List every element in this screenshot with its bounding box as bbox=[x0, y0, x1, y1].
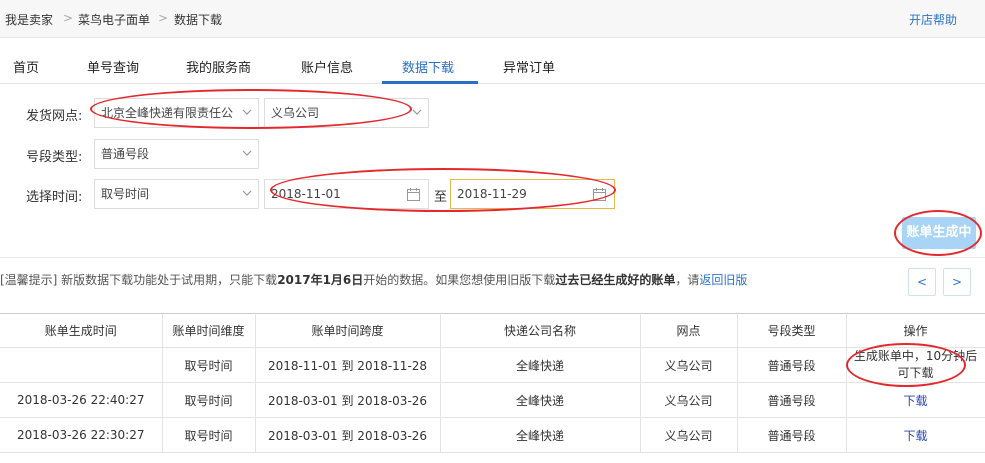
segment-label: 号段类型: bbox=[26, 150, 83, 165]
breadcrumb-item-cainiao[interactable]: 菜鸟电子面单 bbox=[78, 11, 150, 28]
tab-home[interactable]: 首页 bbox=[13, 57, 39, 76]
breadcrumb-item-current: 数据下载 bbox=[174, 13, 223, 27]
column-header: 账单生成时间 bbox=[0, 313, 163, 348]
table-cell: 全峰快递 bbox=[439, 417, 641, 453]
calendar-icon[interactable] bbox=[593, 188, 606, 201]
network-label: 发货网点: bbox=[26, 109, 83, 124]
tab-service-provider[interactable]: 我的服务商 bbox=[186, 57, 251, 76]
tab-abnormal-orders[interactable]: 异常订单 bbox=[503, 57, 555, 76]
to-label: 至 bbox=[434, 190, 448, 205]
table-row: 2018-03-26 22:40:27 取号时间 2018-03-01 到 20… bbox=[0, 382, 985, 418]
table-cell: 普通号段 bbox=[736, 347, 847, 383]
breadcrumb-item-seller[interactable]: 我是卖家 bbox=[5, 11, 53, 28]
column-header: 账单时间维度 bbox=[161, 313, 256, 348]
tip-prefix: [温馨提示] 新版数据下载功能处于试用期，只能下载 bbox=[0, 273, 278, 287]
table-cell: 义乌公司 bbox=[639, 417, 738, 453]
time-type-select-value: 取号时间 bbox=[101, 187, 150, 201]
table-cell: 义乌公司 bbox=[639, 347, 738, 383]
column-header: 号段类型 bbox=[736, 313, 847, 348]
breadcrumb-separator: > bbox=[158, 11, 169, 25]
calendar-icon[interactable] bbox=[407, 188, 420, 201]
table-cell: 2018-03-01 到 2018-03-26 bbox=[254, 382, 441, 418]
tip-notice: [温馨提示] 新版数据下载功能处于试用期，只能下载2017年1月6日开始的数据。… bbox=[0, 271, 747, 288]
branch-select-value: 义乌公司 bbox=[271, 106, 320, 120]
table-cell: 2018-03-26 22:40:27 bbox=[0, 382, 163, 418]
download-link[interactable]: 下载 bbox=[845, 382, 985, 418]
chevron-down-icon bbox=[242, 150, 252, 156]
table-cell: 普通号段 bbox=[736, 382, 847, 418]
tip-middle: 开始的数据。如果您想使用旧版下载 bbox=[363, 273, 556, 287]
table-cell: 全峰快递 bbox=[439, 382, 641, 418]
column-header: 网点 bbox=[639, 313, 738, 348]
main-tabs: 首页 单号查询 我的服务商 账户信息 数据下载 异常订单 bbox=[0, 38, 985, 84]
time-type-select[interactable]: 取号时间 bbox=[94, 179, 259, 209]
table-cell: 全峰快递 bbox=[439, 347, 641, 383]
column-header: 账单时间跨度 bbox=[254, 313, 441, 348]
table-cell: 2018-11-01 到 2018-11-28 bbox=[254, 347, 441, 383]
network-select[interactable]: 北京全峰快递有限责任公 bbox=[94, 98, 259, 128]
table-cell: 取号时间 bbox=[161, 417, 256, 453]
table-cell: 取号时间 bbox=[161, 347, 256, 383]
generate-bill-button[interactable]: 账单生成中 bbox=[902, 217, 976, 249]
bills-table: 账单生成时间 账单时间维度 账单时间跨度 快递公司名称 网点 号段类型 操作 取… bbox=[0, 313, 985, 453]
breadcrumb-separator: > bbox=[63, 11, 74, 25]
chevron-down-icon bbox=[412, 109, 422, 115]
tab-number-query[interactable]: 单号查询 bbox=[87, 57, 139, 76]
column-header: 操作 bbox=[845, 313, 985, 348]
branch-select[interactable]: 义乌公司 bbox=[264, 98, 429, 128]
table-header-row: 账单生成时间 账单时间维度 账单时间跨度 快递公司名称 网点 号段类型 操作 bbox=[0, 313, 985, 348]
network-select-value: 北京全峰快递有限责任公 bbox=[101, 106, 234, 120]
segment-select[interactable]: 普通号段 bbox=[94, 139, 259, 169]
next-page-button[interactable]: > bbox=[943, 268, 971, 296]
tip-suffix: ，请 bbox=[675, 273, 700, 287]
help-link[interactable]: 开店帮助 bbox=[909, 11, 957, 28]
tip-bold-old: 过去已经生成好的账单 bbox=[555, 273, 676, 287]
breadcrumb-bar: 我是卖家 > 菜鸟电子面单 > 数据下载 开店帮助 bbox=[0, 0, 985, 38]
return-old-version-link[interactable]: 返回旧版 bbox=[699, 273, 747, 287]
generating-status: 生成账单中，10分钟后可下载 bbox=[845, 347, 985, 383]
date-to-value: 2018-11-29 bbox=[457, 187, 527, 201]
prev-page-button[interactable]: < bbox=[908, 268, 936, 296]
download-link[interactable]: 下载 bbox=[845, 417, 985, 453]
tip-bold-date: 2017年1月6日 bbox=[277, 273, 364, 287]
time-label: 选择时间: bbox=[26, 190, 83, 205]
table-row: 2018-03-26 22:30:27 取号时间 2018-03-01 到 20… bbox=[0, 417, 985, 453]
date-from-value: 2018-11-01 bbox=[271, 187, 341, 201]
chevron-down-icon bbox=[242, 190, 252, 196]
tab-data-download[interactable]: 数据下载 bbox=[402, 57, 454, 76]
chevron-down-icon bbox=[242, 109, 252, 115]
section-divider bbox=[0, 257, 985, 258]
segment-select-value: 普通号段 bbox=[101, 147, 150, 161]
date-to-input[interactable]: 2018-11-29 bbox=[450, 179, 615, 209]
table-cell: 义乌公司 bbox=[639, 382, 738, 418]
tab-account-info[interactable]: 账户信息 bbox=[301, 57, 353, 76]
table-row: 取号时间 2018-11-01 到 2018-11-28 全峰快递 义乌公司 普… bbox=[0, 347, 985, 383]
table-cell: 2018-03-01 到 2018-03-26 bbox=[254, 417, 441, 453]
table-cell: 2018-03-26 22:30:27 bbox=[0, 417, 163, 453]
table-cell: 普通号段 bbox=[736, 417, 847, 453]
date-from-input[interactable]: 2018-11-01 bbox=[264, 179, 429, 209]
table-cell bbox=[0, 347, 163, 383]
table-cell: 取号时间 bbox=[161, 382, 256, 418]
column-header: 快递公司名称 bbox=[439, 313, 641, 348]
active-tab-indicator bbox=[382, 81, 478, 84]
